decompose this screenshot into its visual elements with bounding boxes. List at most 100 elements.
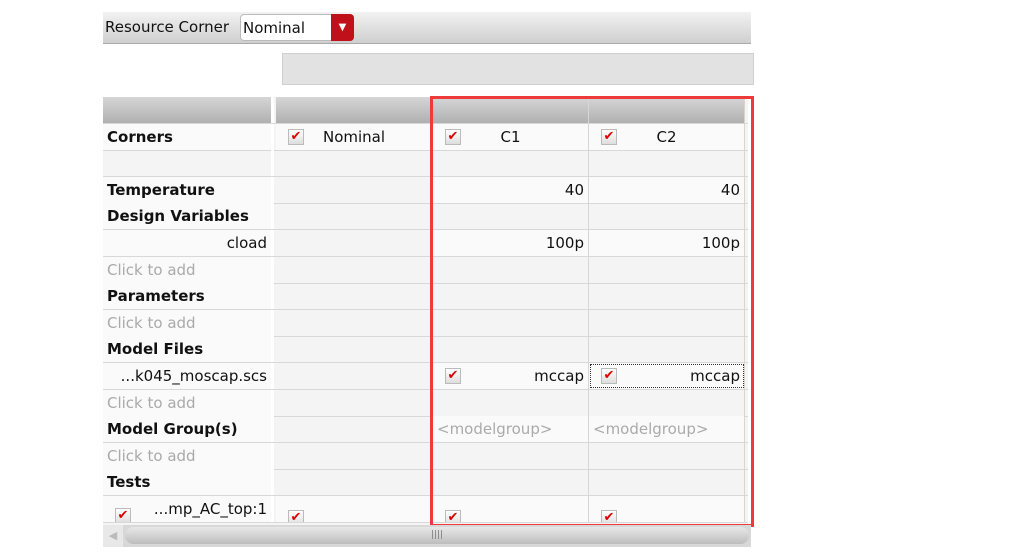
row-label-text: cload [226, 234, 267, 252]
corner-cell[interactable] [276, 177, 433, 203]
corner-cell[interactable] [433, 257, 589, 283]
table-row-model: ...k045_moscap.scs ✔ mccap ✔ mccap [103, 363, 748, 390]
cell-value: <modelgroup> [437, 420, 553, 438]
corner-cell[interactable] [589, 443, 745, 469]
chevron-down-icon[interactable]: ▼ [331, 14, 354, 41]
cell-value: mccap [534, 367, 584, 385]
corner-cell[interactable] [589, 283, 745, 309]
checkmark-icon[interactable]: ✔ [288, 510, 304, 522]
table-row-hint: Click to add [103, 257, 748, 284]
corner-cell[interactable]: ✔ mccap [589, 363, 745, 389]
resource-corner-select[interactable]: Nominal ▼ [240, 14, 354, 41]
corner-cell[interactable] [589, 310, 745, 336]
corners-table: Corners ✔ Nominal ✔ C1 ✔ C2 Temperature 40 40 Desi… [103, 97, 748, 525]
table-row-section: Model Group(s) <modelgroup> <modelgroup> [103, 416, 748, 443]
row-label-text: Click to add [107, 314, 196, 332]
corner-cell[interactable] [433, 336, 589, 362]
corner-cell[interactable] [276, 283, 433, 309]
corner-cell[interactable]: 100p [433, 230, 589, 256]
checkmark-icon[interactable]: ✔ [115, 508, 131, 522]
table-row-section: Model Files [103, 336, 748, 363]
corner-cell[interactable] [433, 469, 589, 495]
checkmark-icon[interactable]: ✔ [601, 368, 617, 384]
cell-value: C1 [500, 128, 521, 146]
corner-cell[interactable] [276, 363, 433, 389]
table-row-value: cload 100p 100p [103, 230, 748, 257]
corner-cell[interactable]: ✔ [589, 496, 745, 522]
corner-cell[interactable] [433, 443, 589, 469]
corner-cell[interactable] [276, 230, 433, 256]
corner-cell[interactable]: ✔ C2 [589, 124, 745, 150]
corner-cell[interactable]: <modelgroup> [433, 416, 589, 442]
corner-cell[interactable] [276, 336, 433, 362]
checkmark-icon[interactable]: ✔ [445, 368, 461, 384]
cell-value: C2 [656, 128, 677, 146]
corner-cell[interactable]: 100p [589, 230, 745, 256]
column-header[interactable] [433, 97, 589, 123]
cell-value: <modelgroup> [593, 420, 709, 438]
corner-cell[interactable] [433, 150, 589, 176]
corner-cell[interactable] [589, 150, 745, 176]
scroll-left-arrow-icon[interactable]: ◀ [103, 525, 123, 547]
corner-cell[interactable] [433, 310, 589, 336]
table-row-hint: Click to add [103, 390, 748, 417]
corner-cell[interactable] [276, 443, 433, 469]
row-label-text: Corners [107, 128, 173, 146]
table-row-hint: Click to add [103, 443, 748, 470]
corner-cell[interactable] [276, 390, 433, 416]
column-header[interactable] [276, 97, 433, 123]
corner-cell[interactable] [433, 283, 589, 309]
checkmark-icon[interactable]: ✔ [288, 129, 304, 145]
corner-cell[interactable]: ✔ C1 [433, 124, 589, 150]
row-label-text: Model Group(s) [107, 420, 238, 438]
row-label-text: Temperature [107, 181, 215, 199]
cell-value: Nominal [322, 128, 386, 146]
corner-cell[interactable] [589, 336, 745, 362]
corner-cell[interactable]: ✔ [433, 496, 589, 522]
corner-cell[interactable] [589, 469, 745, 495]
corner-cell[interactable] [433, 390, 589, 416]
corner-cell[interactable] [589, 390, 745, 416]
corner-cell[interactable] [276, 150, 433, 176]
cell-value: 40 [564, 181, 584, 199]
horizontal-scrollbar[interactable]: ◀ |||| [103, 525, 751, 547]
checkmark-icon[interactable]: ✔ [601, 129, 617, 145]
table-row-section: Parameters [103, 283, 748, 310]
row-label[interactable]: Click to add [103, 443, 274, 469]
row-label [103, 150, 274, 176]
corner-cell[interactable] [589, 203, 745, 229]
corner-cell[interactable]: 40 [589, 177, 745, 203]
row-label-text: Model Files [107, 340, 204, 358]
row-label: Model Files [103, 336, 274, 362]
cell-value: mccap [690, 367, 740, 385]
row-label[interactable]: Click to add [103, 310, 274, 336]
corner-cell[interactable] [276, 416, 433, 442]
corner-cell[interactable] [433, 203, 589, 229]
row-label-text: Parameters [107, 287, 205, 305]
corner-cell[interactable]: ✔ mccap [433, 363, 589, 389]
corner-cell[interactable]: ✔ Nominal [276, 124, 433, 150]
corner-cell[interactable]: 40 [433, 177, 589, 203]
checkmark-icon[interactable]: ✔ [445, 510, 461, 522]
corner-cell[interactable] [276, 257, 433, 283]
row-label: Tests [103, 469, 274, 495]
scrollbar-thumb[interactable]: |||| [125, 527, 749, 544]
checkmark-icon[interactable]: ✔ [601, 510, 617, 522]
corner-cell[interactable] [276, 203, 433, 229]
row-label[interactable]: Click to add [103, 390, 274, 416]
column-header[interactable] [589, 97, 745, 123]
corner-cell[interactable]: ✔ [276, 496, 433, 522]
corner-cell[interactable] [276, 469, 433, 495]
corner-cell[interactable]: <modelgroup> [589, 416, 745, 442]
table-row-test: ✔ ...mp_AC_top:1 ✔ ✔ ✔ [103, 496, 748, 523]
corner-cell[interactable] [589, 257, 745, 283]
row-label: ✔ ...mp_AC_top:1 [103, 496, 274, 522]
column-header[interactable] [103, 97, 274, 123]
row-label: cload [103, 230, 274, 256]
checkmark-icon[interactable]: ✔ [445, 129, 461, 145]
row-label[interactable]: Click to add [103, 257, 274, 283]
table-row-section: Tests [103, 469, 748, 496]
row-label: Design Variables [103, 203, 274, 229]
corner-cell[interactable] [276, 310, 433, 336]
table-row-section: Design Variables [103, 203, 748, 230]
